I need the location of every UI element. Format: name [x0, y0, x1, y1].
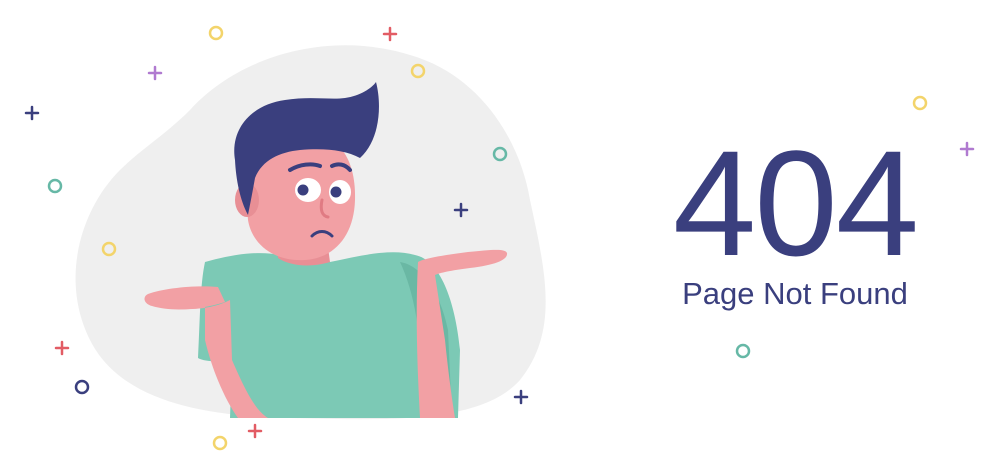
circle-icon	[208, 25, 224, 41]
circle-icon	[74, 379, 90, 395]
plus-icon	[147, 65, 163, 81]
error-message: Page Not Found	[682, 276, 908, 311]
error-page: 404 Page Not Found	[0, 0, 989, 462]
plus-icon	[513, 389, 529, 405]
plus-icon	[54, 340, 70, 356]
plus-icon	[382, 26, 398, 42]
left-pupil	[297, 184, 309, 196]
error-code: 404	[672, 119, 919, 287]
plus-icon	[24, 105, 40, 121]
plus-icon	[959, 141, 975, 157]
right-pupil	[330, 186, 342, 198]
circle-icon	[47, 178, 63, 194]
circle-icon	[912, 95, 928, 111]
circle-icon	[212, 435, 228, 451]
plus-icon	[247, 423, 263, 439]
circle-icon	[735, 343, 751, 359]
